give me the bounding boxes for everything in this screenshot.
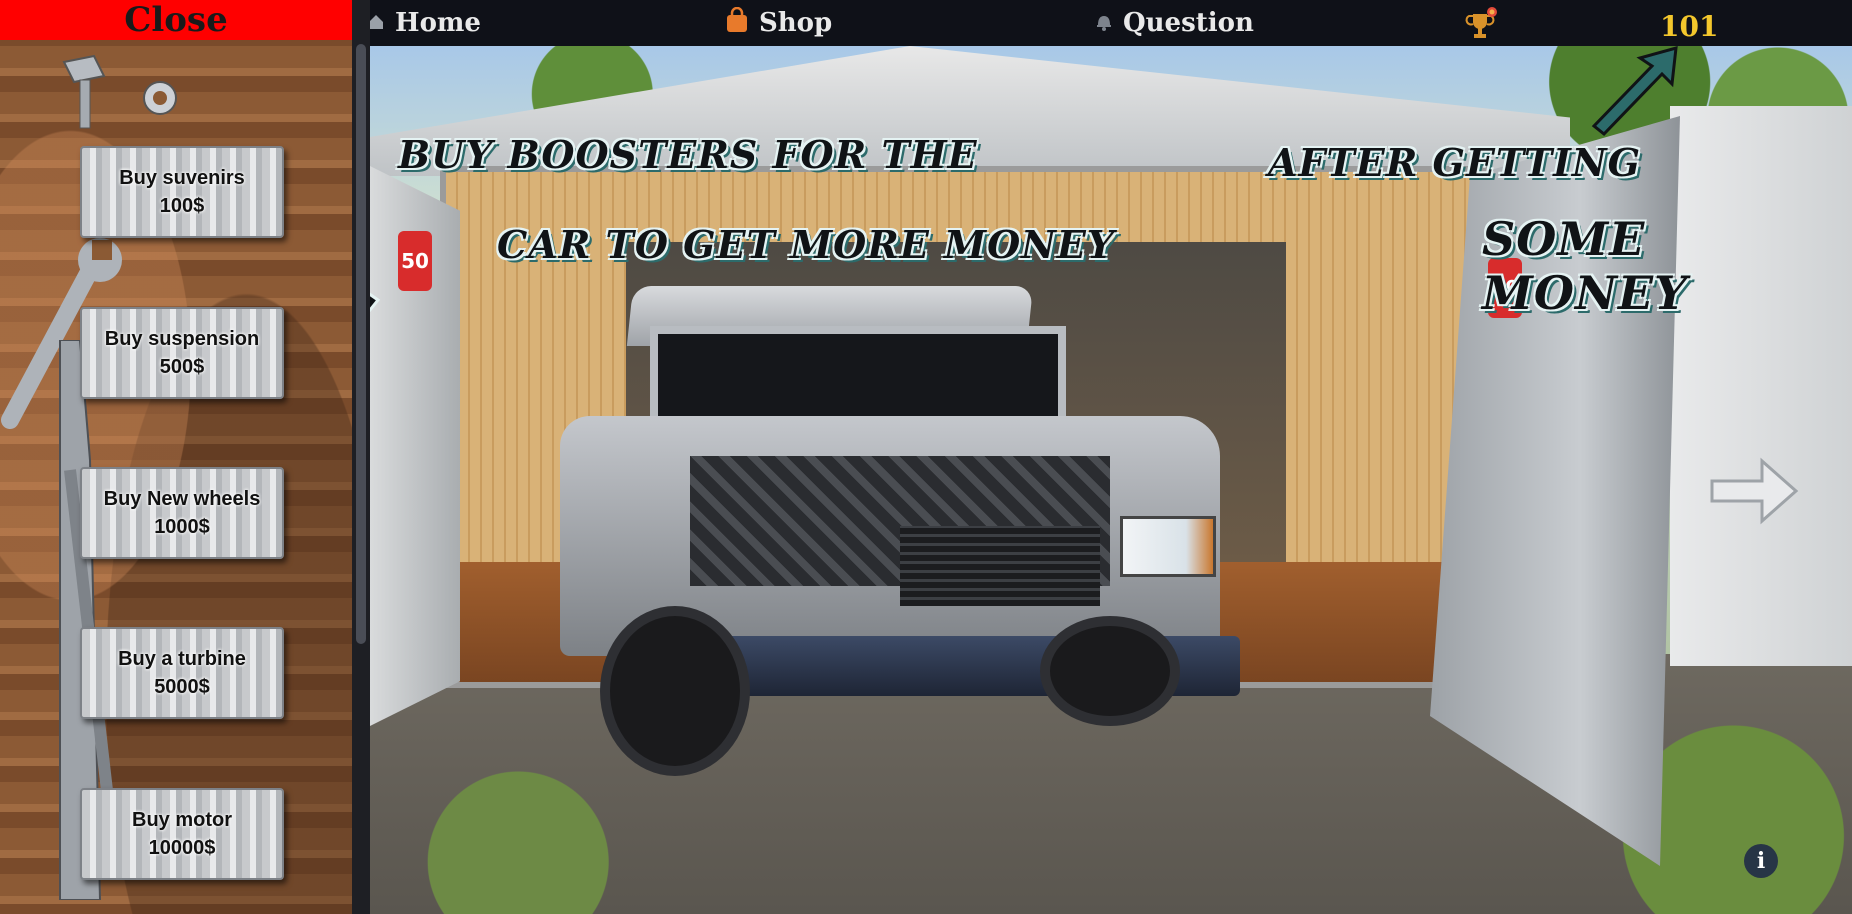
neighbor-garage-wall bbox=[1670, 106, 1852, 666]
nav-home[interactable]: Home bbox=[367, 0, 481, 46]
shopping-bag-icon bbox=[725, 6, 749, 40]
shop-item-label: Buy motor bbox=[132, 809, 232, 831]
car-wheel-left bbox=[600, 606, 750, 776]
trophy-button[interactable] bbox=[1465, 4, 1509, 50]
sidebar-scrollbar[interactable] bbox=[352, 0, 370, 914]
close-button[interactable]: Close bbox=[0, 0, 352, 40]
car-headlight bbox=[1120, 516, 1216, 577]
shop-item-price: 1000$ bbox=[154, 516, 210, 538]
nav-shop-label: Shop bbox=[759, 8, 833, 38]
scrollbar-thumb[interactable] bbox=[356, 44, 366, 644]
bolt-icon bbox=[62, 54, 106, 129]
shop-item-label: Buy suvenirs bbox=[119, 167, 245, 189]
next-arrow-icon[interactable] bbox=[1708, 455, 1800, 527]
nav-question[interactable]: Question bbox=[1095, 0, 1254, 46]
bell-icon bbox=[1095, 8, 1113, 38]
shop-item-new-wheels[interactable]: Buy New wheels 1000$ bbox=[80, 467, 284, 559]
trophy-icon bbox=[1465, 6, 1499, 49]
wrecked-car[interactable] bbox=[560, 286, 1240, 776]
top-nav: Home Shop Question 101 bbox=[355, 0, 1852, 46]
tutorial-text-line1: Buy boosters for the bbox=[398, 132, 978, 177]
nut-icon bbox=[143, 81, 177, 115]
tutorial-text-line2: car to get more money bbox=[497, 222, 1115, 267]
car-grille bbox=[900, 526, 1100, 606]
shop-item-price: 100$ bbox=[159, 195, 205, 217]
shop-item-suspension[interactable]: Buy suspension 500$ bbox=[80, 307, 284, 399]
nav-home-label: Home bbox=[395, 8, 481, 38]
shop-item-motor[interactable]: Buy motor 10000$ bbox=[80, 788, 284, 880]
nav-question-label: Question bbox=[1123, 8, 1254, 38]
speed-sign-left: 50 bbox=[398, 231, 432, 291]
shop-item-label: Buy suspension bbox=[104, 328, 260, 350]
tutorial-text-line3: after getting bbox=[1268, 140, 1642, 185]
shop-item-turbine[interactable]: Buy a turbine 5000$ bbox=[80, 627, 284, 719]
shop-item-suvenirs[interactable]: Buy suvenirs 100$ bbox=[80, 146, 284, 238]
shop-item-label: Buy New wheels bbox=[103, 488, 261, 510]
info-button[interactable]: i bbox=[1744, 844, 1778, 878]
shop-item-price: 500$ bbox=[159, 356, 205, 378]
shop-item-label: Buy a turbine bbox=[118, 648, 246, 670]
tutorial-arrow-up-icon bbox=[1591, 45, 1678, 137]
nav-shop[interactable]: Shop bbox=[725, 0, 832, 46]
shop-item-price: 10000$ bbox=[148, 837, 216, 859]
shop-sidebar: Close Buy suvenirs 100$ Buy suspension 5… bbox=[0, 0, 352, 914]
car-wheel-right bbox=[1040, 616, 1180, 726]
tutorial-text-line4: some money bbox=[1482, 212, 1688, 320]
shop-item-price: 5000$ bbox=[154, 676, 210, 698]
